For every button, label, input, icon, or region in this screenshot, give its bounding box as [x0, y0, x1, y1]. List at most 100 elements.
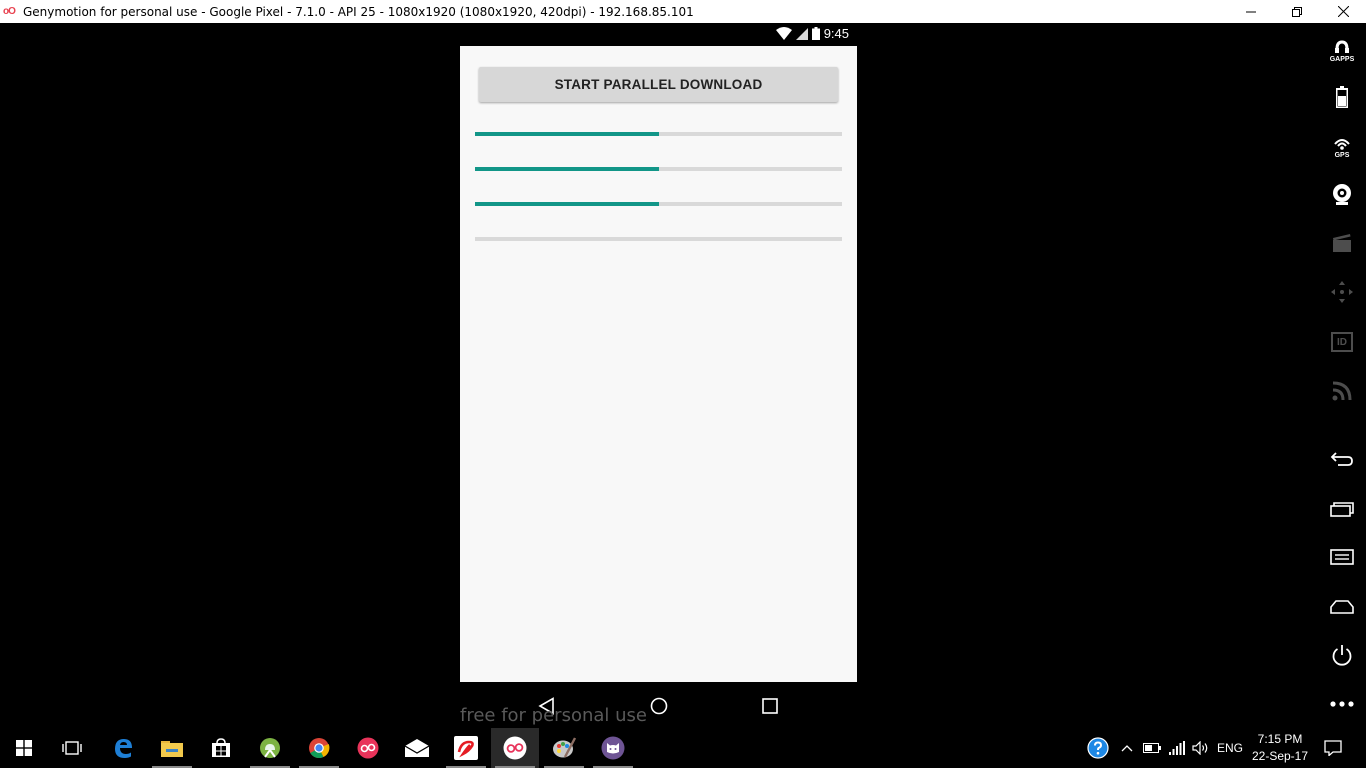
taskbar-android-studio[interactable]	[246, 728, 294, 768]
github-icon	[601, 736, 625, 760]
genymotion-logo-icon: oO	[3, 6, 16, 17]
minimize-icon	[1246, 11, 1256, 12]
windows-taskbar: ENG 7:15 PM 22-Sep-17	[0, 728, 1366, 768]
clock-time: 7:15 PM	[1257, 732, 1303, 746]
taskbar-airtel[interactable]	[442, 728, 490, 768]
restore-button[interactable]	[1274, 0, 1320, 23]
chevron-up-icon	[1121, 745, 1133, 752]
recents-icon	[762, 698, 778, 714]
tray-volume-button[interactable]	[1189, 728, 1213, 768]
network-button[interactable]	[1328, 377, 1356, 405]
gps-button[interactable]: GPS	[1328, 131, 1356, 159]
tray-clock[interactable]: 7:15 PM 22-Sep-17	[1246, 731, 1314, 765]
gps-label: GPS	[1334, 152, 1350, 159]
download-progress-bar-2	[475, 167, 842, 171]
taskbar-genymotion-player[interactable]	[491, 728, 539, 768]
camera-button[interactable]	[1328, 180, 1356, 208]
android-status-bar: 9:45	[460, 23, 857, 46]
start-parallel-download-button[interactable]: START PARALLEL DOWNLOAD	[479, 67, 838, 102]
airtel-icon	[454, 736, 478, 760]
start-button[interactable]	[0, 728, 48, 768]
battery-icon	[811, 27, 820, 40]
nav-home-button[interactable]	[647, 694, 671, 718]
close-icon	[1337, 6, 1349, 17]
app-screen: START PARALLEL DOWNLOAD	[460, 46, 857, 682]
notifications-icon	[1324, 740, 1342, 756]
close-button[interactable]	[1320, 0, 1366, 23]
back-button[interactable]	[1328, 445, 1356, 473]
chrome-icon	[309, 738, 330, 758]
clock-date: 22-Sep-17	[1251, 749, 1309, 763]
download-progress-bar-4	[475, 237, 842, 241]
taskbar-github[interactable]	[589, 728, 637, 768]
menu-icon	[1330, 549, 1354, 565]
volume-icon	[1192, 741, 1208, 755]
watermark-text: free for personal use	[460, 705, 647, 726]
tray-network-button[interactable]	[1165, 728, 1189, 768]
genymotion-sidebar: GAPPS GPS ID	[1318, 23, 1366, 728]
minimize-button[interactable]	[1228, 0, 1274, 23]
tray-language-button[interactable]: ENG	[1214, 728, 1246, 768]
wifi-icon	[775, 27, 792, 40]
recent-apps-button[interactable]	[1328, 495, 1356, 523]
battery-icon	[1336, 86, 1348, 108]
home-icon	[1330, 600, 1354, 614]
home-button[interactable]	[1328, 593, 1356, 621]
signal-icon	[795, 27, 808, 40]
genymotion-icon	[503, 736, 527, 760]
dpad-icon	[1331, 281, 1353, 303]
tray-show-hidden-button[interactable]	[1116, 728, 1138, 768]
more-button[interactable]	[1328, 690, 1356, 718]
taskbar-paint[interactable]	[540, 728, 588, 768]
progress-fill	[475, 132, 659, 136]
back-icon	[1330, 452, 1353, 466]
menu-button[interactable]	[1328, 543, 1356, 571]
home-icon	[650, 697, 668, 715]
window-title: Genymotion for personal use - Google Pix…	[23, 4, 694, 19]
window-titlebar: oO Genymotion for personal use - Google …	[0, 0, 1366, 23]
power-icon	[1332, 645, 1352, 666]
action-center-button[interactable]	[1318, 728, 1348, 768]
capture-button[interactable]	[1328, 229, 1356, 257]
download-progress-bar-1	[475, 132, 842, 136]
progress-fill	[475, 167, 659, 171]
android-studio-icon	[260, 738, 280, 758]
file-explorer-icon	[161, 741, 183, 757]
restore-icon	[1292, 6, 1302, 17]
gapps-label: GAPPS	[1329, 56, 1355, 63]
taskbar-mail[interactable]	[393, 728, 441, 768]
help-icon	[1087, 737, 1109, 759]
tray-help-button[interactable]	[1084, 728, 1112, 768]
genymotion-icon	[357, 737, 379, 759]
paint-icon	[553, 737, 576, 758]
taskbar-store[interactable]	[197, 728, 245, 768]
recent-apps-icon	[1330, 502, 1354, 517]
gps-icon	[1334, 139, 1350, 150]
rss-icon	[1332, 381, 1352, 401]
capture-icon	[1333, 234, 1351, 252]
battery-button[interactable]	[1328, 83, 1356, 111]
more-icon	[1330, 701, 1354, 707]
dpad-button[interactable]	[1328, 278, 1356, 306]
device-id-button[interactable]: ID	[1328, 328, 1356, 356]
power-button[interactable]	[1328, 641, 1356, 669]
task-view-icon	[62, 741, 82, 755]
gapps-button[interactable]: GAPPS	[1328, 35, 1356, 63]
task-view-button[interactable]	[48, 728, 96, 768]
network-signal-icon	[1169, 741, 1185, 755]
status-time: 9:45	[823, 26, 849, 41]
language-label: ENG	[1216, 741, 1243, 755]
taskbar-file-explorer[interactable]	[148, 728, 196, 768]
tray-battery-button[interactable]	[1140, 728, 1164, 768]
camera-icon	[1333, 184, 1351, 205]
taskbar-chrome[interactable]	[295, 728, 343, 768]
battery-icon	[1143, 743, 1161, 753]
download-progress-bar-3	[475, 202, 842, 206]
taskbar-genymotion[interactable]	[344, 728, 392, 768]
taskbar-edge[interactable]	[99, 728, 147, 768]
nav-recents-button[interactable]	[758, 694, 782, 718]
start-icon	[16, 740, 32, 756]
mail-icon	[405, 739, 429, 757]
store-icon	[212, 738, 230, 757]
edge-icon	[115, 739, 132, 758]
